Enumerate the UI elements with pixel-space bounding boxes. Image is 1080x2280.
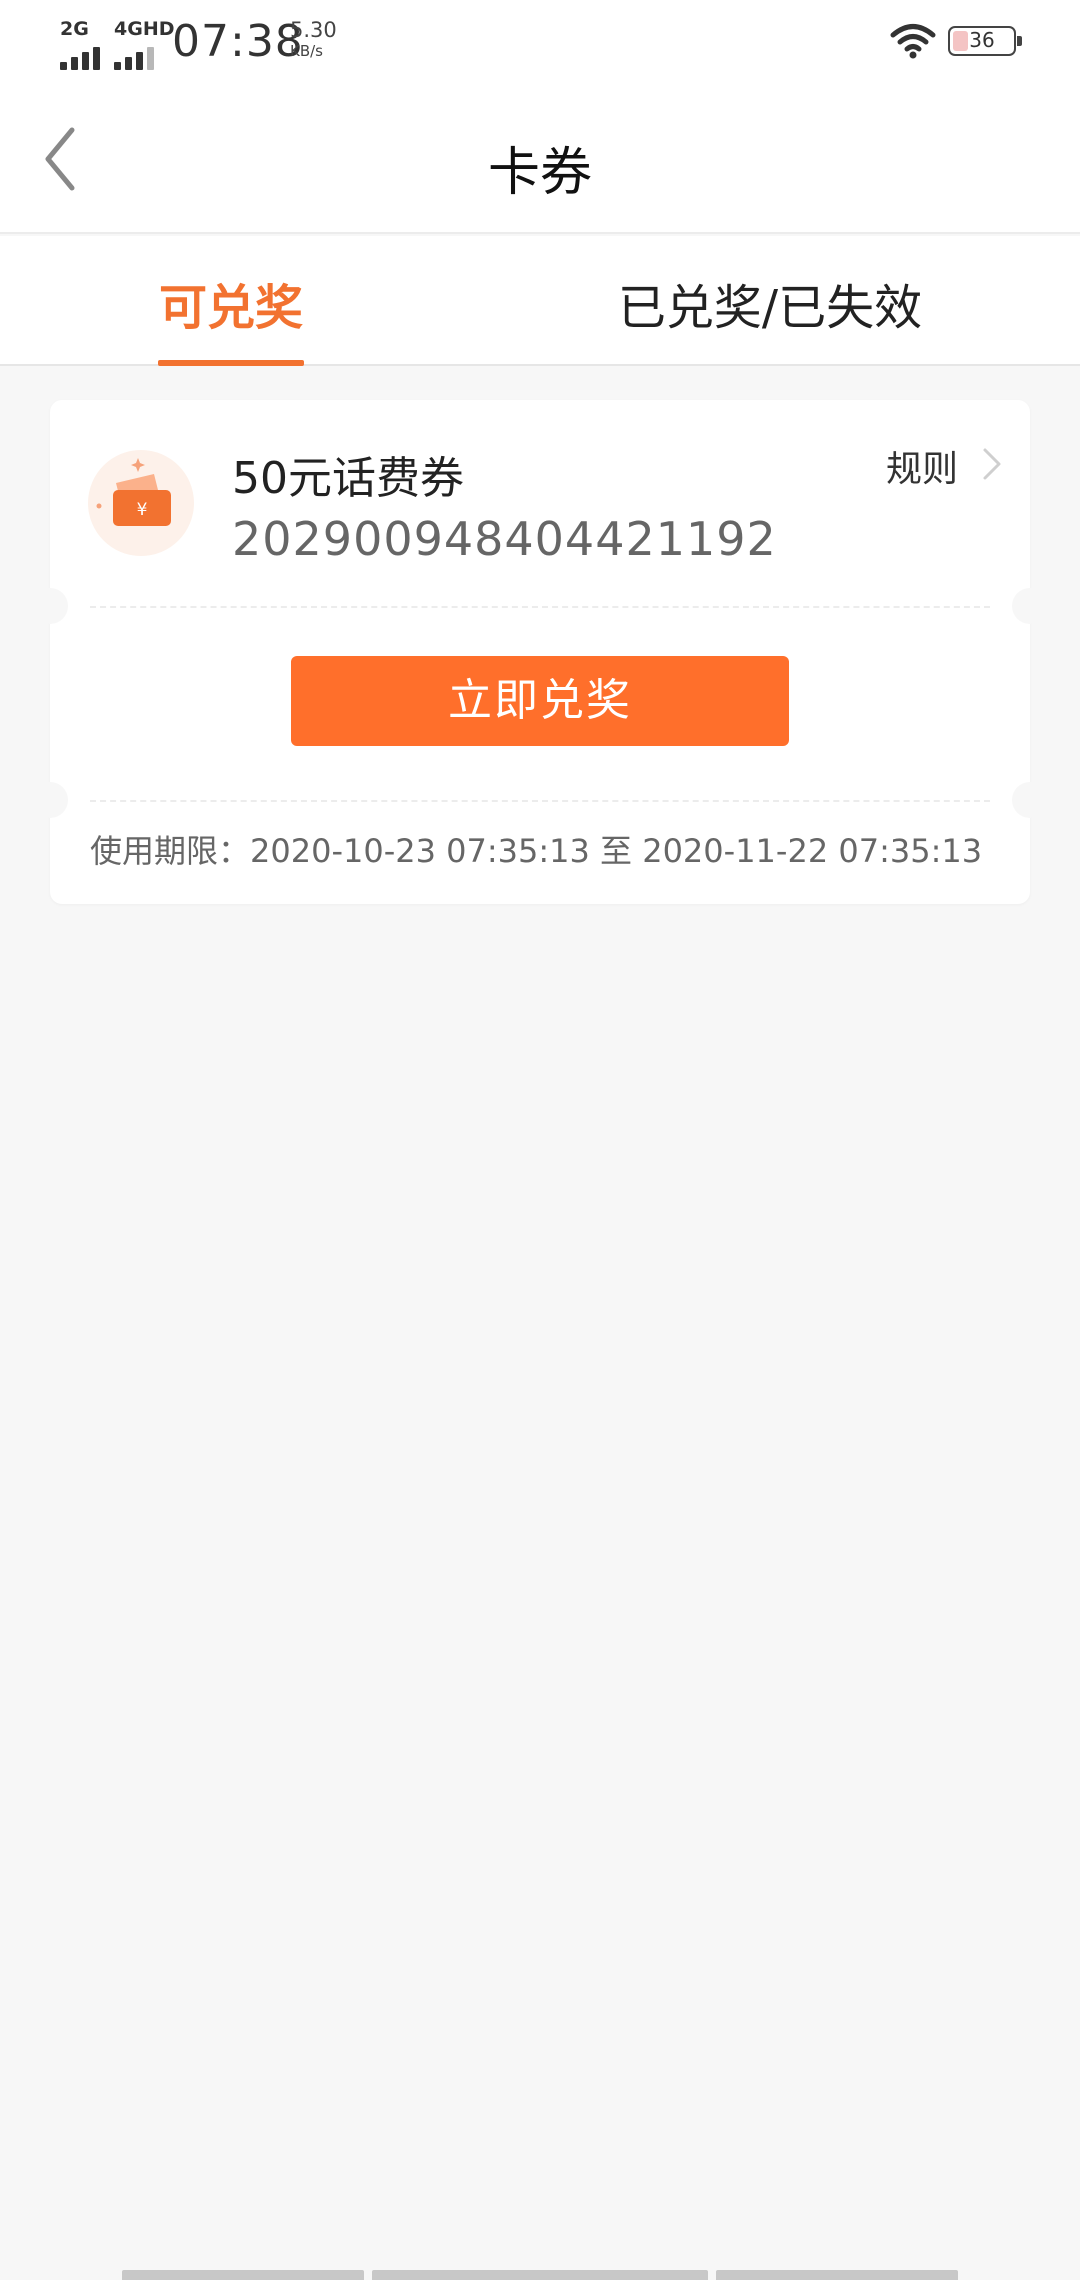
validity-period: 使用期限：2020-10-23 07:35:13 至 2020-11-22 07… (90, 832, 983, 870)
ticket-divider (90, 606, 990, 608)
signal-bars-icon (60, 46, 106, 70)
ticket-notch (1012, 782, 1048, 818)
tab-redeemable[interactable]: 可兑奖 (150, 236, 312, 366)
battery-icon: 36 (948, 26, 1022, 56)
signal-bars-icon (114, 46, 160, 70)
network-speed: 5.30 KB/s (290, 20, 337, 59)
ticket-notch (1012, 588, 1048, 624)
network-speed-value: 5.30 (290, 18, 337, 42)
ticket-divider (90, 800, 990, 802)
tab-redeemed-expired[interactable]: 已兑奖/已失效 (600, 236, 940, 366)
ticket-notch (32, 782, 68, 818)
rules-label: 规则 (886, 449, 959, 490)
ticket-notch (32, 588, 68, 624)
coupon-ticket-icon: ¥ (88, 450, 194, 556)
app-header: 卡券 (0, 86, 1080, 234)
network-speed-unit: KB/s (290, 42, 323, 60)
tab-bar: 可兑奖 已兑奖/已失效 (0, 236, 1080, 366)
status-time: 07:38 (172, 16, 304, 67)
svg-text:¥: ¥ (137, 500, 148, 520)
tab-redeemable-label: 可兑奖 (158, 280, 303, 336)
status-bar: 2G 4GHD 07:38 5.30 KB/s 36 (0, 0, 1080, 86)
sim1-network-label: 2G (60, 18, 89, 40)
active-tab-indicator (158, 360, 304, 366)
tab-redeemed-expired-label: 已兑奖/已失效 (617, 280, 923, 336)
chevron-right-icon (983, 448, 1001, 480)
coupon-code: 202900948404421192 (232, 512, 777, 566)
battery-level: 36 (969, 28, 995, 52)
wifi-icon (890, 24, 936, 59)
navigation-gesture-bar (0, 2270, 1080, 2280)
coupon-name: 50元话费券 (232, 453, 464, 504)
rules-link[interactable]: 规则 (886, 440, 1016, 496)
redeem-button[interactable]: 立即兑奖 (291, 656, 789, 746)
page-title: 卡券 (487, 143, 592, 203)
coupon-card: ¥ 50元话费券 202900948404421192 规则 立即兑奖 使用期限… (32, 400, 1048, 904)
sim2-network-label: 4GHD (114, 18, 175, 40)
